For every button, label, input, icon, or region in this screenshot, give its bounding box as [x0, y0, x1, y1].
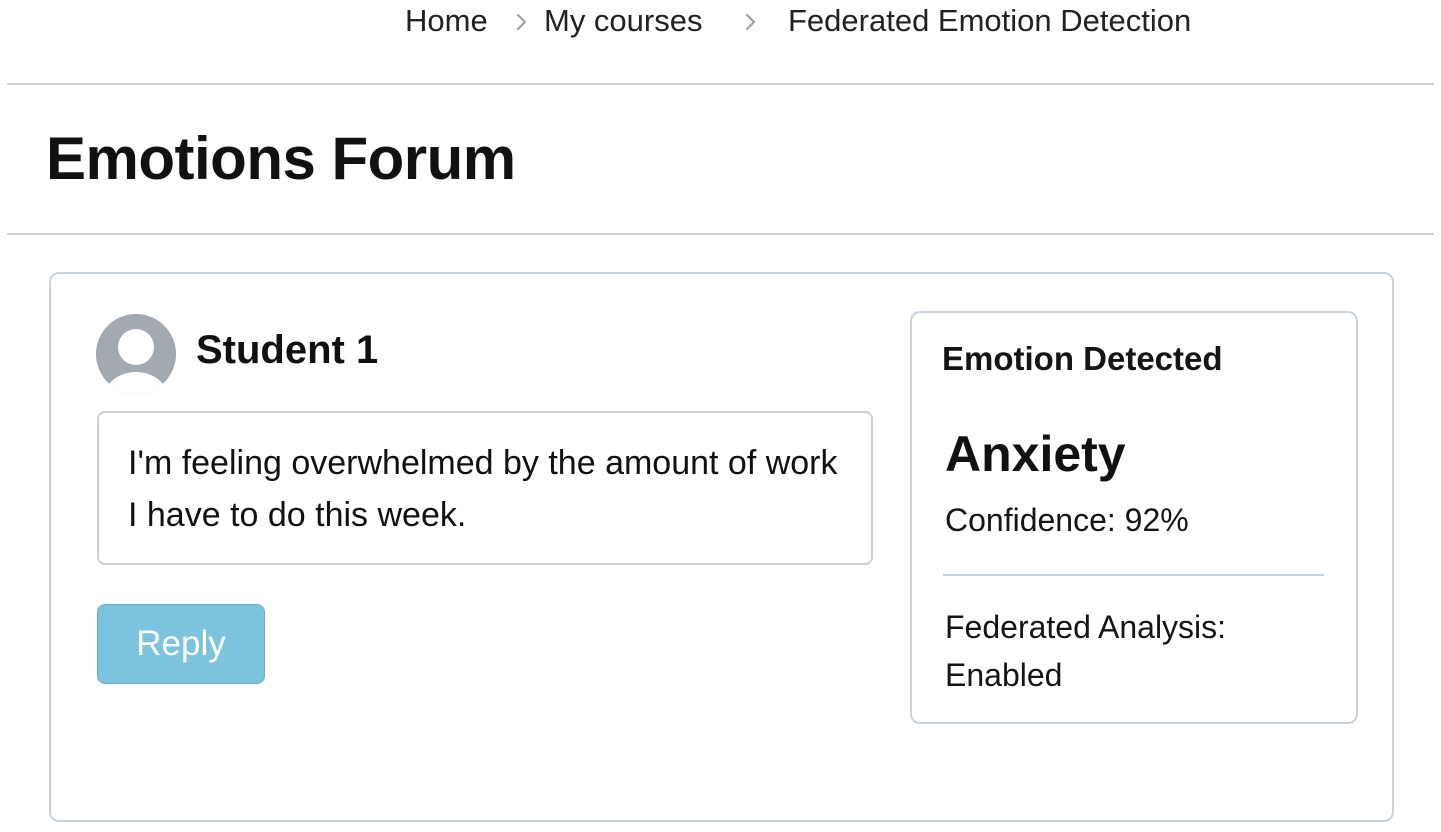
chevron-right-icon — [744, 12, 758, 32]
detected-emotion-label: Anxiety — [945, 426, 1126, 482]
emotion-panel-heading: Emotion Detected — [942, 340, 1223, 377]
post-author-name[interactable]: Student 1 — [196, 328, 378, 373]
user-avatar-icon[interactable] — [96, 314, 176, 394]
reply-button[interactable]: Reply — [97, 604, 265, 684]
header-divider — [7, 83, 1434, 85]
page-title: Emotions Forum — [46, 125, 516, 192]
breadcrumb-course-link[interactable]: Federated Emotion Detection — [788, 3, 1191, 39]
federated-analysis-status: Enabled — [945, 657, 1063, 693]
confidence-score: Confidence: 92% — [945, 502, 1189, 538]
breadcrumb-my-courses-link[interactable]: My courses — [544, 3, 702, 39]
breadcrumb: Home My courses Federated Emotion Detect… — [0, 0, 1441, 40]
breadcrumb-home-link[interactable]: Home — [405, 3, 488, 39]
post-message: I'm feeling overwhelmed by the amount of… — [97, 411, 873, 565]
emotion-panel-divider — [943, 574, 1324, 576]
chevron-right-icon — [515, 12, 529, 32]
title-divider — [7, 233, 1434, 235]
federated-analysis-label: Federated Analysis: — [945, 609, 1227, 645]
